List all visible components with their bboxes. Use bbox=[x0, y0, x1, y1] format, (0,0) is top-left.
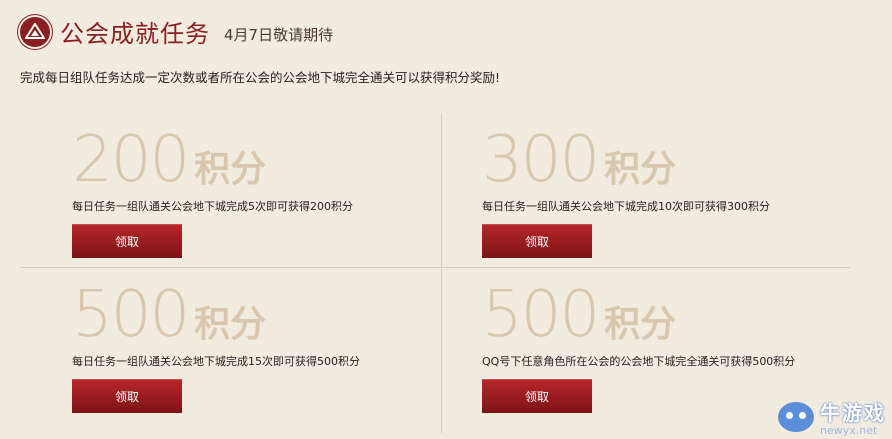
header: 公会成就任务 4月7日敬请期待 bbox=[20, 14, 333, 49]
watermark: 牛游戏 newyx.net bbox=[778, 397, 886, 437]
task-card: 500 积分 每日任务一组队通关公会地下城完成15次即可获得500积分 领取 bbox=[72, 278, 412, 413]
task-card: 300 积分 每日任务一组队通关公会地下城完成10次即可获得300积分 领取 bbox=[482, 123, 822, 258]
claim-button[interactable]: 领取 bbox=[72, 224, 182, 258]
claim-button[interactable]: 领取 bbox=[482, 379, 592, 413]
watermark-name: 牛游戏 bbox=[820, 401, 886, 425]
mascot-icon bbox=[778, 402, 814, 432]
grid-divider-horizontal bbox=[20, 267, 850, 268]
task-text: 每日任务一组队通关公会地下城完成5次即可获得200积分 bbox=[72, 200, 353, 213]
points-number: 300 bbox=[482, 123, 600, 197]
task-description: 完成每日组队任务达成一定次数或者所在公会的公会地下城完全通关可以获得积分奖励! bbox=[20, 70, 501, 85]
task-text: QQ号下任意角色所在公会的公会地下城完全通关可获得500积分 bbox=[482, 355, 796, 368]
points-value: 500 积分 bbox=[72, 278, 412, 352]
points-unit: 积分 bbox=[604, 149, 677, 190]
task-card: 500 积分 QQ号下任意角色所在公会的公会地下城完全通关可获得500积分 领取 bbox=[482, 278, 822, 413]
grid-divider-vertical bbox=[441, 113, 442, 433]
task-text: 每日任务一组队通关公会地下城完成10次即可获得300积分 bbox=[482, 200, 770, 213]
claim-button[interactable]: 领取 bbox=[482, 224, 592, 258]
points-value: 500 积分 bbox=[482, 278, 822, 352]
guild-emblem-icon bbox=[20, 16, 50, 47]
points-unit: 积分 bbox=[194, 149, 267, 190]
points-unit: 积分 bbox=[194, 304, 267, 345]
page-title: 公会成就任务 bbox=[60, 20, 210, 48]
points-number: 500 bbox=[482, 278, 600, 352]
claim-button[interactable]: 领取 bbox=[72, 379, 182, 413]
page-subtitle: 4月7日敬请期待 bbox=[224, 26, 334, 44]
points-value: 300 积分 bbox=[482, 123, 822, 197]
points-unit: 积分 bbox=[604, 304, 677, 345]
points-number: 200 bbox=[72, 123, 190, 197]
points-value: 200 积分 bbox=[72, 123, 412, 197]
points-number: 500 bbox=[72, 278, 190, 352]
task-text: 每日任务一组队通关公会地下城完成15次即可获得500积分 bbox=[72, 355, 360, 368]
task-card: 200 积分 每日任务一组队通关公会地下城完成5次即可获得200积分 领取 bbox=[72, 123, 412, 258]
watermark-url: newyx.net bbox=[820, 424, 878, 437]
